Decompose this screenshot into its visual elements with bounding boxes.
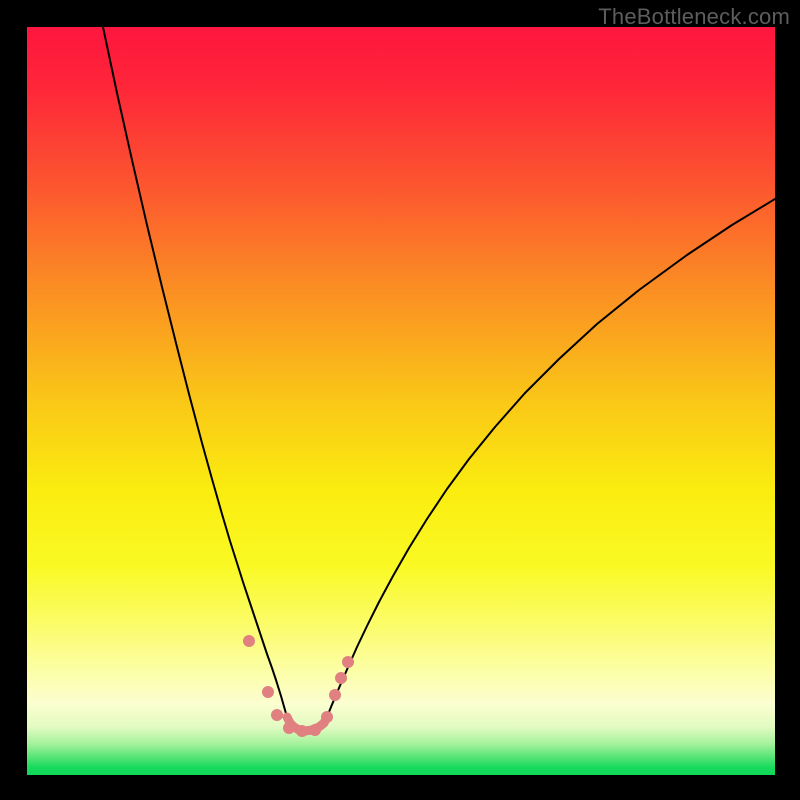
marker-right-3 [335,672,347,684]
marker-left-upper [243,635,255,647]
marker-right-4 [342,656,354,668]
series-right-branch [327,199,775,717]
marker-right-1 [321,711,333,723]
marker-bottom-3 [309,724,321,736]
marker-left-1 [262,686,274,698]
plot-area [27,27,775,775]
marker-right-2 [329,689,341,701]
marker-left-2 [271,709,283,721]
watermark-text: TheBottleneck.com [598,4,790,30]
marker-bottom-2 [296,725,308,737]
curves-layer [27,27,775,775]
marker-bottom-1 [283,722,295,734]
chart-frame: TheBottleneck.com [0,0,800,800]
series-left-branch [103,27,287,717]
